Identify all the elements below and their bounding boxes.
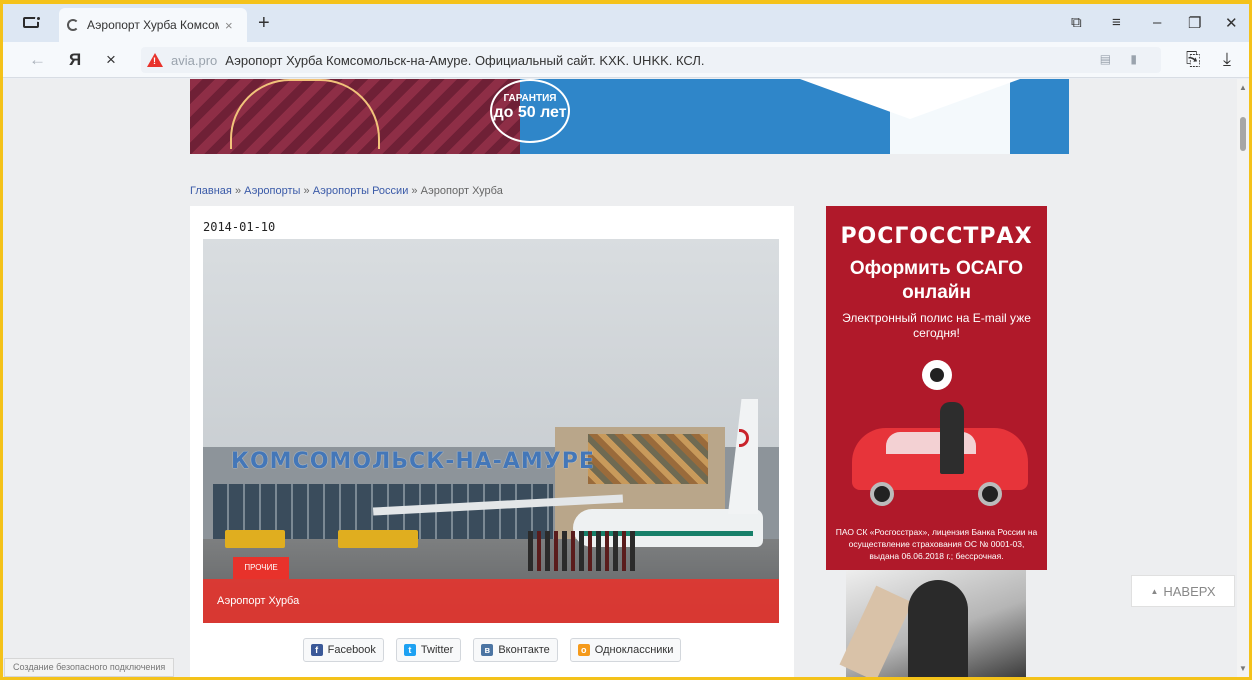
tabs-overview-icon[interactable] — [23, 15, 43, 31]
insecure-warning-icon[interactable]: ! — [147, 53, 163, 67]
rosgosstrakh-ad[interactable]: РОСГОССТРАХ Оформить ОСАГО онлайн Электр… — [826, 206, 1047, 570]
new-tab-icon[interactable]: + — [258, 12, 270, 35]
vertical-scrollbar[interactable]: ▲ ▼ — [1237, 79, 1249, 677]
stop-loading-icon[interactable]: × — [106, 50, 116, 70]
ad-headline: Оформить ОСАГО онлайн — [849, 258, 1024, 303]
roof-ad-banner[interactable]: ГАРАНТИЯ до 50 лет — [190, 79, 1069, 154]
tab-bar: Аэропорт Хурба Комсомо × + ⧉ ≡ – ❐ ✕ — [3, 4, 1249, 42]
breadcrumb-separator: » — [411, 185, 418, 197]
close-window-icon[interactable]: ✕ — [1225, 14, 1238, 32]
category-badge[interactable]: ПРОЧИЕ — [233, 557, 289, 579]
scrollbar-thumb[interactable] — [1240, 117, 1246, 151]
photo-truck — [225, 530, 285, 548]
back-icon[interactable]: ← — [29, 50, 46, 70]
photo-passengers — [528, 531, 638, 571]
address-bar: ← Я × ! avia.pro Аэропорт Хурба Комсомол… — [3, 42, 1249, 78]
tab-stack-icon[interactable]: ⧉ — [1071, 14, 1082, 31]
breadcrumb-home[interactable]: Главная — [190, 185, 232, 197]
guarantee-line1: ГАРАНТИЯ — [503, 93, 557, 104]
guarantee-line2: до 50 лет — [493, 104, 567, 121]
ad2-figure — [908, 580, 968, 677]
share-facebook-button[interactable]: f Facebook — [302, 638, 384, 662]
arrow-up-icon: ▲ — [1150, 586, 1159, 596]
window-frame-left — [0, 0, 3, 680]
ad-car-wheel — [870, 482, 894, 506]
breadcrumb-current: Аэропорт Хурба — [420, 185, 503, 197]
breadcrumb-separator: » — [234, 185, 242, 197]
page-viewport: ГАРАНТИЯ до 50 лет Главная » Аэропорты »… — [3, 79, 1237, 677]
share-twitter-label: Twitter — [420, 644, 454, 656]
breadcrumb-separator: » — [303, 185, 310, 197]
menu-icon[interactable]: ≡ — [1112, 14, 1121, 31]
window-frame-top — [0, 0, 1252, 4]
breadcrumb-airports[interactable]: Аэропорты — [244, 185, 300, 197]
photo-terminal-sign: КОМСОМОЛЬСК-НА-АМУРЕ — [231, 449, 595, 474]
guarantee-badge: ГАРАНТИЯ до 50 лет — [490, 79, 570, 143]
article-date: 2014-01-10 — [203, 220, 276, 234]
vk-icon: в — [481, 644, 494, 656]
scroll-to-top-label: НАВЕРХ — [1163, 583, 1216, 599]
photo-mural — [588, 434, 708, 484]
breadcrumb: Главная » Аэропорты » Аэропорты России »… — [190, 185, 503, 197]
facebook-icon: f — [310, 644, 323, 656]
download-icon[interactable]: ⤓ — [1223, 49, 1231, 70]
minimize-icon[interactable]: – — [1153, 14, 1161, 31]
scroll-up-icon[interactable]: ▲ — [1239, 83, 1247, 92]
ad-pin-icon — [922, 360, 952, 390]
translate-icon[interactable]: ⎘ — [1186, 49, 1200, 70]
share-ok-button[interactable]: о Одноклассники — [569, 638, 682, 662]
photo-caption: Аэропорт Хурба — [217, 595, 300, 607]
reader-bookmark-icons[interactable]: ▤ ▮ — [1100, 52, 1145, 66]
ad2-figure — [839, 585, 913, 677]
ad-man-figure — [940, 402, 964, 474]
ad-subline: Электронный полис на E-mail уже сегодня! — [842, 311, 1031, 340]
loading-spinner-icon — [67, 19, 79, 31]
status-bar: Создание безопасного подключения — [4, 658, 175, 677]
ad-brand: РОСГОССТРАХ — [840, 224, 1033, 249]
tab-close-icon[interactable]: × — [225, 18, 233, 33]
article-card: 2014-01-10 КОМСОМОЛЬСК-НА-АМУРЕ ПРОЧИЕ А… — [190, 206, 794, 677]
browser-tab[interactable]: Аэропорт Хурба Комсомо × — [59, 8, 247, 42]
url-page-title: Аэропорт Хурба Комсомольск-на-Амуре. Офи… — [225, 52, 705, 68]
share-ok-label: Одноклассники — [594, 644, 674, 656]
yandex-logo-icon[interactable]: Я — [69, 50, 81, 70]
restore-icon[interactable]: ❐ — [1188, 14, 1201, 32]
scroll-to-top-button[interactable]: ▲ НАВЕРХ — [1131, 575, 1235, 607]
share-buttons: f Facebook t Twitter в Вконтакте о Однок… — [190, 638, 794, 662]
url-domain: avia.pro — [171, 52, 218, 68]
scroll-down-icon[interactable]: ▼ — [1239, 664, 1247, 673]
ad-car-wheel — [978, 482, 1002, 506]
odnoklassniki-icon: о — [577, 644, 590, 656]
caption-band: Аэропорт Хурба — [203, 579, 779, 623]
share-vk-label: Вконтакте — [498, 644, 550, 656]
airport-photo[interactable]: КОМСОМОЛЬСК-НА-АМУРЕ ПРОЧИЕ Аэропорт Хур… — [203, 239, 779, 623]
tab-title: Аэропорт Хурба Комсомо — [87, 18, 219, 32]
second-ad-image[interactable] — [839, 570, 1026, 677]
share-vk-button[interactable]: в Вконтакте — [473, 638, 558, 662]
photo-truck — [338, 530, 418, 548]
ad-legal-text: ПАО СК «Росгосстрах», лицензия Банка Рос… — [835, 527, 1038, 561]
url-field[interactable]: ! avia.pro Аэропорт Хурба Комсомольск-на… — [141, 47, 1161, 73]
share-twitter-button[interactable]: t Twitter — [395, 638, 462, 662]
breadcrumb-russia-airports[interactable]: Аэропорты России — [313, 185, 409, 197]
share-facebook-label: Facebook — [327, 644, 376, 656]
twitter-icon: t — [403, 644, 416, 656]
